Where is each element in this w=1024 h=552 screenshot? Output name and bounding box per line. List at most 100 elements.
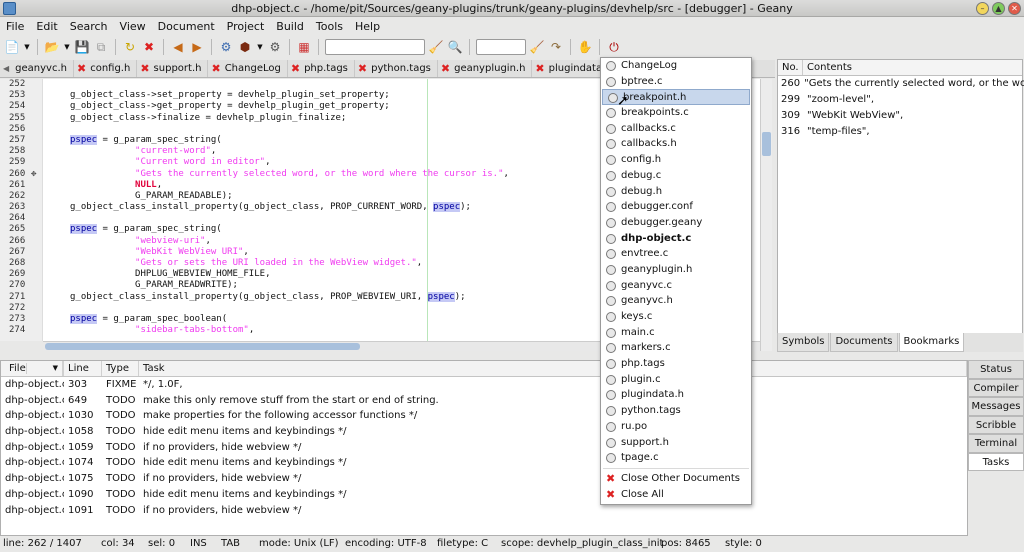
scroll-thumb[interactable] [45,343,360,350]
clear-goto-icon[interactable]: 🧹 [529,39,545,55]
save-icon[interactable]: 💾 [74,39,90,55]
compile-icon[interactable]: ⚙ [218,39,234,55]
tab-symbols[interactable]: Symbols [777,333,830,352]
popup-action[interactable]: ✖ Close Other Documents [601,471,751,487]
popup-item[interactable]: main.c [601,325,751,341]
popup-item[interactable]: plugin.c [601,372,751,388]
popup-item[interactable]: geanyvc.c [601,278,751,294]
popup-item[interactable]: markers.c [601,340,751,356]
search-input[interactable] [325,39,425,55]
popup-item[interactable]: callbacks.h [601,136,751,152]
popup-item[interactable]: support.h [601,435,751,451]
scroll-thumb[interactable] [762,132,771,156]
back-icon[interactable]: ◀ [170,39,186,55]
menu-help[interactable]: Help [355,20,380,33]
revert-icon[interactable]: ↻ [122,39,138,55]
save-all-icon[interactable]: ⧉ [93,39,109,55]
table-row[interactable]: dhp-object.c 1074 TODO hide edit menu items… [1,455,967,471]
color-chooser-icon[interactable]: ▦ [296,39,312,55]
menu-search[interactable]: Search [70,20,108,33]
close-tab-icon[interactable]: ✖ [77,62,86,75]
popup-item[interactable]: callbacks.c [601,121,751,137]
menu-tools[interactable]: Tools [316,20,343,33]
bookmark-row[interactable]: 299 "zoom-level", [778,92,1022,108]
bookmark-row[interactable]: 309 "WebKit WebView", [778,108,1022,124]
tab-compiler[interactable]: Compiler [968,378,1024,397]
editor-vertical-scrollbar[interactable] [760,79,772,351]
tab-documents[interactable]: Documents [830,333,898,352]
table-row[interactable]: dhp-object.c 1091 TODO if no providers, hid… [1,503,967,519]
tab-document[interactable]: ✖ python.tags [355,60,438,77]
popup-item[interactable]: plugindata.h [601,387,751,403]
tab-status[interactable]: Status [968,360,1024,379]
table-row[interactable]: dhp-object.c 649 TODO make this only remove… [1,393,967,409]
table-row[interactable]: dhp-object.c 1030 TODO make properties for … [1,408,967,424]
tab-document[interactable]: ✖ geanyplugin.h [438,60,533,77]
column-header-task[interactable]: Task [139,361,967,376]
popup-item[interactable]: bptree.c [601,74,751,90]
tab-document[interactable]: ✖ support.h [137,60,209,77]
search-icon[interactable]: 🔍 [447,39,463,55]
close-tab-icon[interactable]: ✖ [535,62,544,75]
column-header-file[interactable]: File ▼ [1,361,64,376]
forward-icon[interactable]: ▶ [189,39,205,55]
clear-search-icon[interactable]: 🧹 [428,39,444,55]
goto-line-icon[interactable]: ↷ [548,39,564,55]
popup-item[interactable]: geanyplugin.h [601,262,751,278]
popup-item[interactable]: debug.c [601,168,751,184]
tab-document[interactable]: ✖ php.tags [288,60,355,77]
popup-item[interactable]: debug.h [601,184,751,200]
build-icon[interactable]: ⬢ [237,39,253,55]
menu-project[interactable]: Project [227,20,265,33]
tab-scribble[interactable]: Scribble [968,415,1024,434]
popup-item[interactable]: php.tags [601,356,751,372]
open-dropdown-icon[interactable]: ▼ [63,39,71,55]
close-tab-icon[interactable]: ✖ [140,62,149,75]
bookmark-row[interactable]: 260 "Gets the currently selected word, or… [778,76,1024,92]
table-row[interactable]: dhp-object.c 303 FIXME */, 1.0F, [1,377,967,393]
menu-build[interactable]: Build [276,20,304,33]
close-button[interactable]: ✕ [1008,2,1021,15]
close-tab-icon[interactable]: ✖ [291,62,300,75]
table-row[interactable]: dhp-object.c 1058 TODO hide edit menu items… [1,424,967,440]
column-header-no[interactable]: No. [778,60,803,75]
tab-tasks[interactable]: Tasks [968,452,1024,471]
table-row[interactable]: dhp-object.c 1090 TODO hide edit menu items… [1,487,967,503]
menu-file[interactable]: File [6,20,24,33]
table-row[interactable]: dhp-object.c 1075 TODO if no providers, hid… [1,471,967,487]
maximize-button[interactable]: ▲ [992,2,1005,15]
menu-document[interactable]: Document [158,20,215,33]
bookmark-row[interactable]: 316 "temp-files", [778,124,1022,140]
close-doc-icon[interactable]: ✖ [141,39,157,55]
column-header-type[interactable]: Type [102,361,139,376]
tab-messages[interactable]: Messages [968,397,1024,416]
column-header-line[interactable]: Line [64,361,102,376]
open-file-icon[interactable]: 📂 [44,39,60,55]
menu-edit[interactable]: Edit [36,20,57,33]
popup-item[interactable]: config.h [601,152,751,168]
goto-line-input[interactable] [476,39,526,55]
new-dropdown-icon[interactable]: ▼ [23,39,31,55]
popup-item[interactable]: geanyvc.h [601,293,751,309]
tab-terminal[interactable]: Terminal [968,434,1024,453]
run-icon[interactable]: ⚙ [267,39,283,55]
popup-item[interactable]: python.tags [601,403,751,419]
popup-item[interactable]: envtree.c [601,246,751,262]
popup-item[interactable]: ChangeLog [601,58,751,74]
tab-scroll-left-icon[interactable]: ◀ [0,64,12,73]
table-row[interactable]: dhp-object.c 1059 TODO if no providers, hid… [1,440,967,456]
popup-item[interactable]: tpage.c [601,450,751,466]
close-tab-icon[interactable]: ✖ [358,62,367,75]
popup-item[interactable]: debugger.geany [601,215,751,231]
popup-action[interactable]: ✖ Close All [601,487,751,503]
new-file-icon[interactable]: 📄 [4,39,20,55]
tab-document[interactable]: geanyvc.h [12,60,74,77]
menu-view[interactable]: View [120,20,146,33]
preferences-icon[interactable]: ✋ [577,39,593,55]
build-dropdown-icon[interactable]: ▼ [256,39,264,55]
popup-item[interactable]: keys.c [601,309,751,325]
column-header-contents[interactable]: Contents [803,60,852,75]
bookmark-marker-icon[interactable]: ✥ [31,169,36,180]
popup-item[interactable]: ru.po [601,419,751,435]
minimize-button[interactable]: – [976,2,989,15]
